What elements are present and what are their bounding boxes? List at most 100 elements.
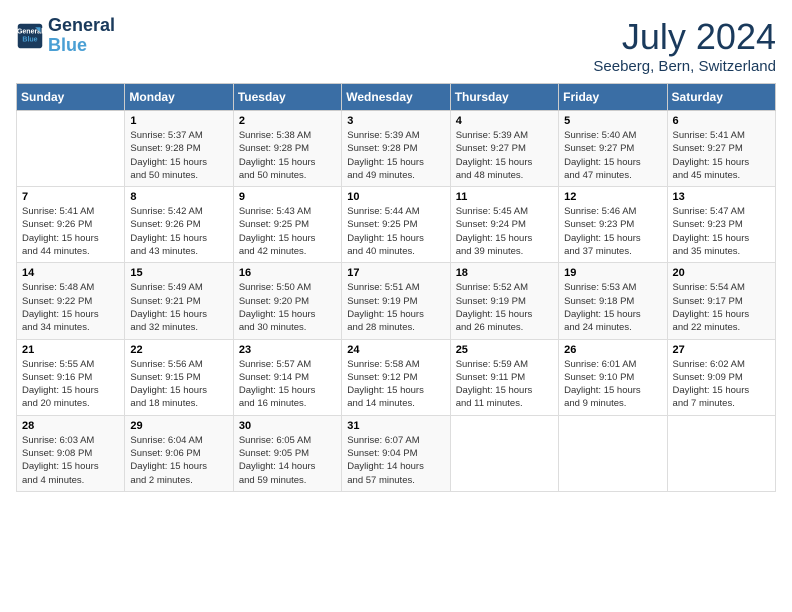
day-cell: 27 Sunrise: 6:02 AMSunset: 9:09 PMDayligh… [667,339,775,415]
day-info: Sunrise: 5:47 AMSunset: 9:23 PMDaylight:… [673,205,770,258]
day-info: Sunrise: 5:38 AMSunset: 9:28 PMDaylight:… [239,129,336,182]
day-cell: 25Sunrise: 5:59 AMSunset: 9:11 PMDayligh… [450,339,558,415]
day-number: 30 [239,420,336,432]
logo: General Blue GeneralBlue [16,16,115,56]
day-number: 7 [22,191,119,203]
week-row-1: 1 Sunrise: 5:37 AMSunset: 9:28 PMDaylight… [17,111,776,187]
logo-text: GeneralBlue [48,16,115,56]
day-cell: 10Sunrise: 5:44 AMSunset: 9:25 PMDayligh… [342,187,450,263]
day-cell [17,111,125,187]
day-number: 15 [130,267,227,279]
day-info: Sunrise: 5:51 AMSunset: 9:19 PMDaylight:… [347,281,444,334]
day-number: 27 [673,344,770,356]
day-number: 16 [239,267,336,279]
title-area: July 2024 Seeberg, Bern, Switzerland [593,16,776,75]
day-info: Sunrise: 5:41 AMSunset: 9:27 PMDaylight:… [673,129,770,182]
day-cell [559,415,667,491]
day-cell: 12Sunrise: 5:46 AMSunset: 9:23 PMDayligh… [559,187,667,263]
day-cell: 6 Sunrise: 5:41 AMSunset: 9:27 PMDaylight… [667,111,775,187]
header-row: SundayMondayTuesdayWednesdayThursdayFrid… [17,84,776,111]
day-header-sunday: Sunday [17,84,125,111]
day-info: Sunrise: 5:44 AMSunset: 9:25 PMDaylight:… [347,205,444,258]
calendar-table: SundayMondayTuesdayWednesdayThursdayFrid… [16,83,776,492]
day-info: Sunrise: 5:41 AMSunset: 9:26 PMDaylight:… [22,205,119,258]
day-cell: 26 Sunrise: 6:01 AMSunset: 9:10 PMDayligh… [559,339,667,415]
day-number: 19 [564,267,661,279]
day-cell [667,415,775,491]
day-number: 6 [673,115,770,127]
day-number: 14 [22,267,119,279]
svg-text:Blue: Blue [22,36,37,43]
day-number: 24 [347,344,444,356]
day-number: 3 [347,115,444,127]
day-cell: 14 Sunrise: 5:48 AMSunset: 9:22 PMDayligh… [17,263,125,339]
day-number: 9 [239,191,336,203]
day-info: Sunrise: 5:50 AMSunset: 9:20 PMDaylight:… [239,281,336,334]
day-number: 1 [130,115,227,127]
day-info: Sunrise: 6:01 AMSunset: 9:10 PMDaylight:… [564,358,661,411]
day-info: Sunrise: 5:39 AMSunset: 9:27 PMDaylight:… [456,129,553,182]
day-info: Sunrise: 5:56 AMSunset: 9:15 PMDaylight:… [130,358,227,411]
day-number: 29 [130,420,227,432]
day-header-saturday: Saturday [667,84,775,111]
day-cell: 3Sunrise: 5:39 AMSunset: 9:28 PMDaylight… [342,111,450,187]
day-cell: 18Sunrise: 5:52 AMSunset: 9:19 PMDayligh… [450,263,558,339]
day-cell: 15 Sunrise: 5:49 AMSunset: 9:21 PMDayligh… [125,263,233,339]
logo-icon: General Blue [16,22,44,50]
day-cell: 2Sunrise: 5:38 AMSunset: 9:28 PMDaylight… [233,111,341,187]
day-info: Sunrise: 5:53 AMSunset: 9:18 PMDaylight:… [564,281,661,334]
day-number: 21 [22,344,119,356]
day-info: Sunrise: 5:48 AMSunset: 9:22 PMDaylight:… [22,281,119,334]
day-info: Sunrise: 5:37 AMSunset: 9:28 PMDaylight:… [130,129,227,182]
day-header-wednesday: Wednesday [342,84,450,111]
day-number: 20 [673,267,770,279]
day-header-monday: Monday [125,84,233,111]
day-number: 17 [347,267,444,279]
day-cell: 23Sunrise: 5:57 AMSunset: 9:14 PMDayligh… [233,339,341,415]
day-cell: 8Sunrise: 5:42 AMSunset: 9:26 PMDaylight… [125,187,233,263]
subtitle: Seeberg, Bern, Switzerland [593,58,776,75]
day-cell: 24 Sunrise: 5:58 AMSunset: 9:12 PMDayligh… [342,339,450,415]
day-info: Sunrise: 5:49 AMSunset: 9:21 PMDaylight:… [130,281,227,334]
day-number: 13 [673,191,770,203]
week-row-2: 7 Sunrise: 5:41 AMSunset: 9:26 PMDaylight… [17,187,776,263]
day-info: Sunrise: 5:43 AMSunset: 9:25 PMDaylight:… [239,205,336,258]
day-info: Sunrise: 5:42 AMSunset: 9:26 PMDaylight:… [130,205,227,258]
day-info: Sunrise: 5:58 AMSunset: 9:12 PMDaylight:… [347,358,444,411]
day-cell: 5Sunrise: 5:40 AMSunset: 9:27 PMDaylight… [559,111,667,187]
day-cell: 20 Sunrise: 5:54 AMSunset: 9:17 PMDayligh… [667,263,775,339]
day-cell: 31Sunrise: 6:07 AMSunset: 9:04 PMDayligh… [342,415,450,491]
day-cell: 9 Sunrise: 5:43 AMSunset: 9:25 PMDaylight… [233,187,341,263]
day-info: Sunrise: 5:45 AMSunset: 9:24 PMDaylight:… [456,205,553,258]
day-cell: 13 Sunrise: 5:47 AMSunset: 9:23 PMDayligh… [667,187,775,263]
day-cell: 30Sunrise: 6:05 AMSunset: 9:05 PMDayligh… [233,415,341,491]
day-number: 4 [456,115,553,127]
day-number: 26 [564,344,661,356]
day-header-friday: Friday [559,84,667,111]
day-info: Sunrise: 6:02 AMSunset: 9:09 PMDaylight:… [673,358,770,411]
day-number: 28 [22,420,119,432]
main-title: July 2024 [593,16,776,58]
day-cell: 1 Sunrise: 5:37 AMSunset: 9:28 PMDaylight… [125,111,233,187]
day-info: Sunrise: 5:54 AMSunset: 9:17 PMDaylight:… [673,281,770,334]
day-cell: 16 Sunrise: 5:50 AMSunset: 9:20 PMDayligh… [233,263,341,339]
day-number: 22 [130,344,227,356]
day-info: Sunrise: 6:04 AMSunset: 9:06 PMDaylight:… [130,434,227,487]
day-number: 18 [456,267,553,279]
day-info: Sunrise: 5:46 AMSunset: 9:23 PMDaylight:… [564,205,661,258]
week-row-3: 14 Sunrise: 5:48 AMSunset: 9:22 PMDayligh… [17,263,776,339]
day-cell: 21 Sunrise: 5:55 AMSunset: 9:16 PMDayligh… [17,339,125,415]
day-number: 31 [347,420,444,432]
day-info: Sunrise: 5:40 AMSunset: 9:27 PMDaylight:… [564,129,661,182]
day-cell: 11Sunrise: 5:45 AMSunset: 9:24 PMDayligh… [450,187,558,263]
header: General Blue GeneralBlue July 2024 Seebe… [16,16,776,75]
day-info: Sunrise: 6:03 AMSunset: 9:08 PMDaylight:… [22,434,119,487]
week-row-4: 21 Sunrise: 5:55 AMSunset: 9:16 PMDayligh… [17,339,776,415]
day-number: 25 [456,344,553,356]
day-cell: 22 Sunrise: 5:56 AMSunset: 9:15 PMDayligh… [125,339,233,415]
day-cell: 17 Sunrise: 5:51 AMSunset: 9:19 PMDayligh… [342,263,450,339]
day-header-tuesday: Tuesday [233,84,341,111]
day-info: Sunrise: 5:55 AMSunset: 9:16 PMDaylight:… [22,358,119,411]
week-row-5: 28 Sunrise: 6:03 AMSunset: 9:08 PMDayligh… [17,415,776,491]
day-header-thursday: Thursday [450,84,558,111]
